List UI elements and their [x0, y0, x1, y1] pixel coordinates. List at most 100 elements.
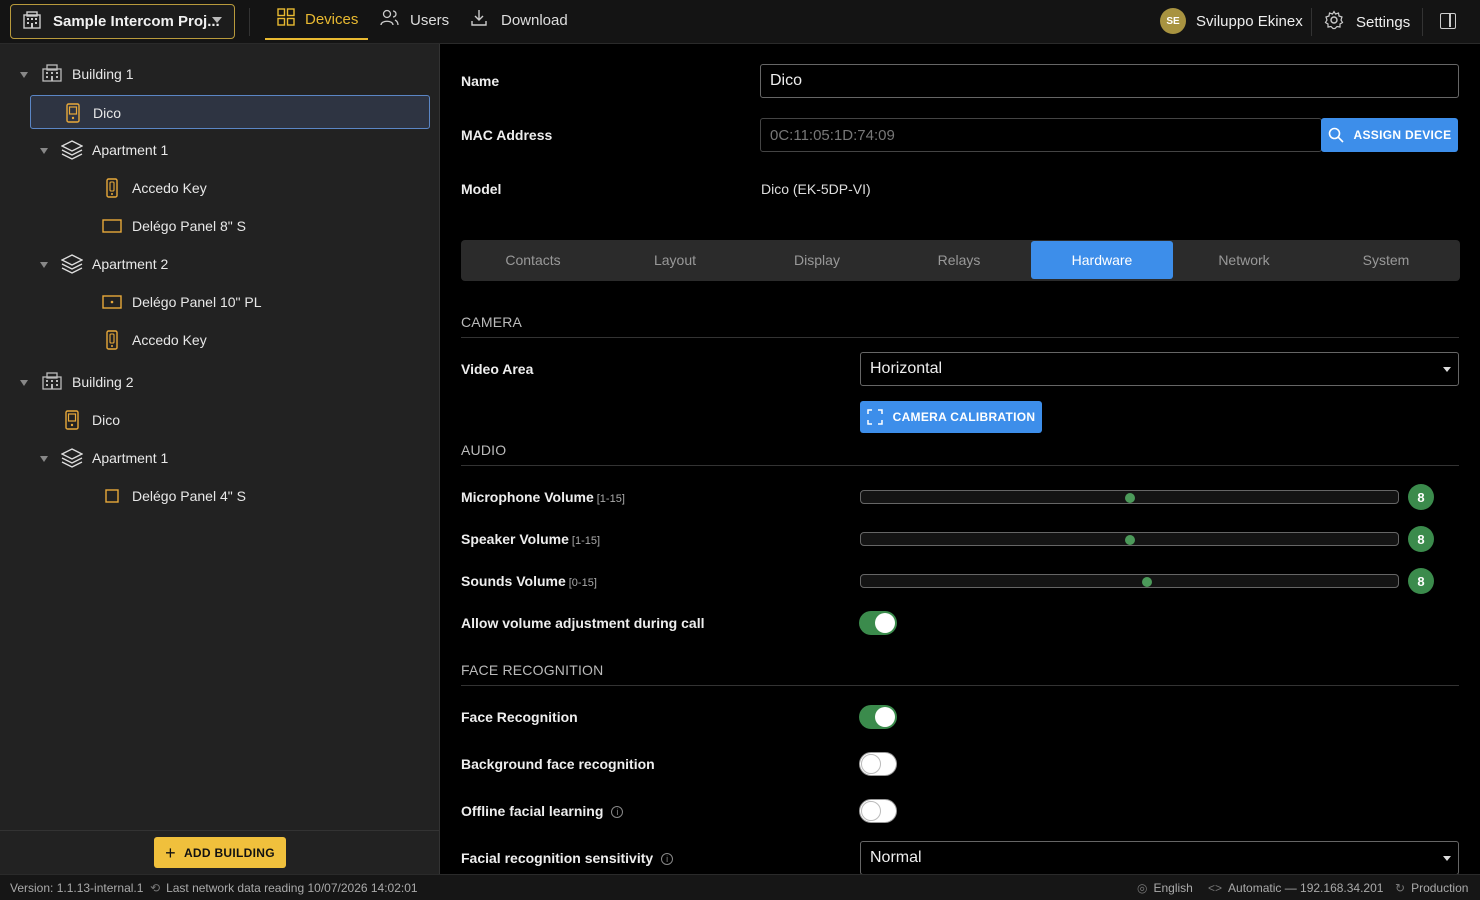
avatar[interactable]: SE [1160, 8, 1186, 34]
tab-display[interactable]: Display [746, 241, 888, 279]
panel-icon [102, 219, 122, 236]
add-building-label: ADD BUILDING [183, 845, 275, 860]
tree-building[interactable]: Building 1 [10, 57, 430, 91]
language-selector[interactable]: ◎ English [1137, 881, 1193, 895]
user-name[interactable]: Sviluppo Ekinex [1196, 13, 1303, 30]
microphone-volume-slider[interactable] [860, 490, 1399, 504]
face-recognition-toggle[interactable] [859, 705, 897, 729]
add-building-button[interactable]: + ADD BUILDING [154, 837, 286, 868]
chevron-down-icon [1443, 856, 1451, 861]
tree-item-label: Delégo Panel 10" PL [132, 294, 262, 310]
layers-icon [60, 254, 84, 277]
tree-apartment[interactable]: Apartment 2 [10, 247, 430, 281]
video-area-select[interactable]: Horizontal [860, 352, 1459, 386]
building-icon [42, 64, 62, 85]
toggle-knob [861, 754, 881, 774]
layers-icon [60, 140, 84, 163]
nav-download[interactable]: Download [471, 0, 568, 40]
tree-device[interactable]: Delégo Panel 8" S [10, 209, 430, 243]
toggle-knob [861, 801, 881, 821]
tab-contacts[interactable]: Contacts [462, 241, 604, 279]
mac-label: MAC Address [461, 127, 553, 143]
tree-device[interactable]: Delégo Panel 4" S [10, 479, 430, 513]
tab-hardware[interactable]: Hardware [1031, 241, 1173, 279]
background-face-recognition-label: Background face recognition [461, 756, 655, 772]
tree-device[interactable]: Dico [10, 403, 430, 437]
tab-network[interactable]: Network [1173, 241, 1315, 279]
tab-layout[interactable]: Layout [604, 241, 746, 279]
slider-thumb[interactable] [1124, 535, 1135, 545]
divider [1311, 8, 1312, 36]
divider [461, 465, 1459, 466]
speaker-volume-slider[interactable] [860, 532, 1399, 546]
expand-caret-icon[interactable] [20, 380, 28, 386]
tab-system[interactable]: System [1315, 241, 1457, 279]
expand-icon [866, 409, 883, 425]
tree-item-label: Apartment 1 [92, 450, 169, 466]
expand-caret-icon[interactable] [20, 72, 28, 78]
device-tree-sidebar: Building 1 Dico Apartment 1 Accedo Key Delég… [0, 44, 440, 874]
project-selector[interactable]: Sample Intercom Proj... [10, 4, 235, 39]
info-icon[interactable]: i [661, 853, 674, 866]
nav-users-label: Users [410, 11, 450, 29]
top-bar: Sample Intercom Proj... Devices Users Do… [0, 0, 1480, 44]
assign-device-button[interactable]: ASSIGN DEVICE [1321, 118, 1458, 152]
tree-item-label: Delégo Panel 4" S [132, 488, 246, 504]
expand-caret-icon[interactable] [40, 456, 48, 462]
audio-section-title: AUDIO [461, 442, 507, 458]
slider-thumb[interactable] [1124, 493, 1135, 503]
sensitivity-select[interactable]: Normal [860, 841, 1459, 874]
chevron-down-icon [1443, 367, 1451, 372]
tree-device[interactable]: Dico [30, 95, 430, 129]
allow-volume-adjust-toggle[interactable] [859, 611, 897, 635]
video-area-label: Video Area [461, 361, 534, 377]
nav-users[interactable]: Users [380, 0, 449, 40]
project-name: Sample Intercom Proj... [53, 13, 220, 30]
tab-relays[interactable]: Relays [888, 241, 1030, 279]
nav-devices[interactable]: Devices [265, 0, 369, 40]
sensitivity-value: Normal [870, 849, 922, 866]
info-icon[interactable]: i [611, 806, 624, 819]
model-label: Model [461, 181, 502, 197]
slider-thumb[interactable] [1142, 577, 1153, 587]
model-value: Dico (EK-5DP-VI) [761, 181, 871, 197]
panel-toggle-icon[interactable] [1440, 13, 1456, 29]
sounds-volume-slider[interactable] [860, 574, 1399, 588]
tree-device[interactable]: Delégo Panel 10" PL [10, 285, 430, 319]
divider [249, 8, 250, 36]
name-label: Name [461, 73, 500, 89]
camera-calibration-button[interactable]: CAMERA CALIBRATION [860, 401, 1042, 433]
expand-caret-icon[interactable] [40, 262, 48, 268]
tree-device[interactable]: Accedo Key [10, 323, 430, 357]
tree-item-label: Accedo Key [132, 332, 207, 348]
divider [461, 337, 1459, 338]
tree-device[interactable]: Accedo Key [10, 171, 430, 205]
offline-facial-learning-toggle[interactable] [859, 799, 897, 823]
sync-icon: ↻ [1395, 881, 1406, 895]
camera-calibration-label: CAMERA CALIBRATION [892, 410, 1036, 424]
background-face-recognition-toggle[interactable] [859, 752, 897, 776]
building-icon [23, 11, 41, 32]
layers-icon [60, 448, 84, 471]
settings-label: Settings [1356, 13, 1411, 31]
tree-building[interactable]: Building 2 [10, 365, 430, 399]
offline-facial-learning-label: Offline facial learning i [461, 803, 624, 819]
nav-devices-label: Devices [305, 10, 359, 28]
settings-button[interactable]: Settings [1324, 0, 1410, 44]
divider [461, 685, 1459, 686]
sidebar-footer: + ADD BUILDING [0, 830, 440, 874]
users-icon [380, 9, 400, 31]
tree-item-label: Dico [92, 412, 121, 428]
toggle-knob [875, 613, 895, 633]
name-field[interactable]: Dico [760, 64, 1459, 98]
refresh-icon: ⟲ [150, 881, 161, 895]
expand-caret-icon[interactable] [40, 148, 48, 154]
mac-field[interactable]: 0C:11:05:1D:74:09 [760, 118, 1322, 152]
panel-icon [102, 295, 122, 312]
tree-apartment[interactable]: Apartment 1 [10, 133, 430, 167]
plus-icon: + [165, 842, 176, 863]
status-bar: Version: 1.1.13-internal.1 ⟲ Last networ… [0, 874, 1480, 900]
network-status[interactable]: <> Automatic — 192.168.34.201 [1208, 881, 1383, 895]
tree-apartment[interactable]: Apartment 1 [10, 441, 430, 475]
environment-status[interactable]: ↻ Production [1395, 881, 1468, 895]
